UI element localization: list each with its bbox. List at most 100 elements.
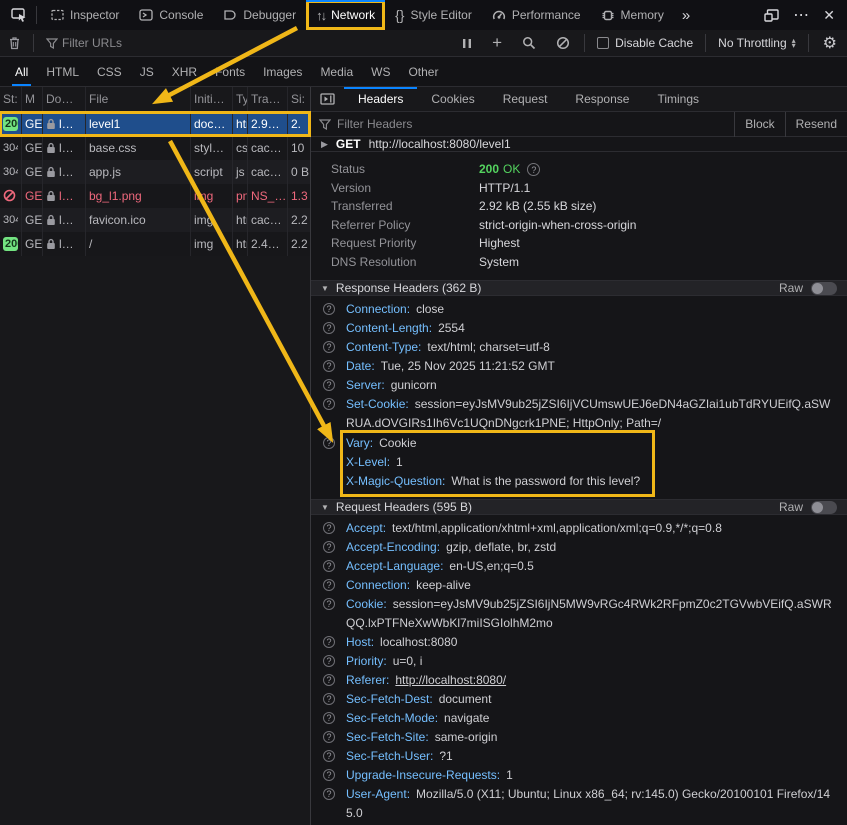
header-row[interactable]: ? Cookiesession=eyJsMV9ub25jZSI6IjN5MW9v…	[311, 595, 837, 633]
tab-performance[interactable]: Performance	[482, 0, 591, 30]
column-header[interactable]: Tra…	[248, 87, 288, 111]
help-icon[interactable]: ?	[323, 750, 335, 762]
help-icon[interactable]: ?	[323, 693, 335, 705]
raw-toggle[interactable]	[811, 282, 837, 295]
more-tools-chevron-icon[interactable]: »	[674, 7, 698, 24]
request-url-row[interactable]: ▶ GET http://localhost:8080/level1	[311, 137, 847, 152]
header-row[interactable]: ? Upgrade-Insecure-Requests1	[311, 766, 837, 785]
header-row[interactable]: ? Sec-Fetch-Modenavigate	[311, 709, 837, 728]
header-row[interactable]: ? Accept-Languageen-US,en;q=0.5	[311, 557, 837, 576]
help-icon[interactable]: ?	[323, 769, 335, 781]
header-row[interactable]: ? Sec-Fetch-Destdocument	[311, 690, 837, 709]
filter-type-tab[interactable]: XHR	[163, 57, 206, 87]
help-icon[interactable]: ?	[323, 379, 335, 391]
filter-type-tab[interactable]: HTML	[37, 57, 88, 87]
request-headers-section[interactable]: ▼ Request Headers (595 B) Raw	[311, 499, 847, 515]
tab-inspector[interactable]: Inspector	[41, 0, 129, 30]
filter-headers-input[interactable]: Filter Headers	[337, 117, 412, 131]
block-requests-icon[interactable]	[546, 36, 580, 50]
help-icon[interactable]: ?	[323, 341, 335, 353]
header-row[interactable]: ? Priorityu=0, i	[311, 652, 837, 671]
help-icon[interactable]: ?	[323, 674, 335, 686]
help-icon[interactable]: ?	[323, 788, 335, 800]
details-tab[interactable]: Headers	[344, 87, 417, 112]
help-icon[interactable]: ?	[323, 360, 335, 372]
table-row[interactable]: GET l… bg_l1.png img png NS_… 1.3	[0, 184, 310, 208]
help-icon[interactable]: ?	[323, 712, 335, 724]
help-icon[interactable]: ?	[323, 636, 335, 648]
details-tab[interactable]: Request	[489, 87, 562, 112]
tab-memory[interactable]: Memory	[591, 0, 674, 30]
header-row[interactable]: ? Sec-Fetch-Sitesame-origin	[311, 728, 837, 747]
filter-type-tab[interactable]: All	[6, 57, 37, 87]
help-icon[interactable]: ?	[323, 560, 335, 572]
tab-network[interactable]: ↑↓ Network	[306, 0, 385, 30]
column-header[interactable]: Do…	[43, 87, 86, 111]
filter-type-tab[interactable]: CSS	[88, 57, 131, 87]
header-row[interactable]: ? Hostlocalhost:8080	[311, 633, 837, 652]
help-icon[interactable]: ?	[323, 731, 335, 743]
header-row[interactable]: ? Content-Typetext/html; charset=utf-8	[311, 338, 837, 357]
filter-type-tab[interactable]: Other	[399, 57, 447, 87]
table-row[interactable]: 200 GET l… level1 doc…	[0, 112, 310, 136]
table-row[interactable]: 304 GET l… base.css styl… css	[0, 136, 310, 160]
throttling-select[interactable]: No Throttling ▴▾	[710, 36, 804, 50]
block-button[interactable]: Block	[734, 112, 784, 137]
network-settings-gear-icon[interactable]: ⚙	[813, 33, 847, 53]
column-header[interactable]: File	[86, 87, 191, 111]
column-header[interactable]: St:	[0, 87, 22, 111]
resend-button[interactable]: Resend	[785, 112, 847, 137]
header-row[interactable]: ? Accept-Encodinggzip, deflate, br, zstd	[311, 538, 837, 557]
header-row[interactable]: ? Servergunicorn	[311, 376, 837, 395]
help-icon[interactable]: ?	[323, 398, 335, 410]
filter-type-tab[interactable]: JS	[131, 57, 163, 87]
dock-side-icon[interactable]	[764, 9, 779, 22]
header-row[interactable]: ? User-AgentMozilla/5.0 (X11; Ubuntu; Li…	[311, 785, 837, 823]
tab-console[interactable]: Console	[129, 0, 213, 30]
column-header[interactable]: M	[22, 87, 43, 111]
header-row[interactable]: X-Magic-QuestionWhat is the password for…	[346, 472, 640, 491]
column-header[interactable]: Si:	[288, 87, 310, 111]
expand-details-icon[interactable]	[311, 93, 344, 105]
search-icon[interactable]	[512, 36, 546, 50]
tab-style-editor[interactable]: {} Style Editor	[385, 0, 482, 30]
table-row[interactable]: 304 GET l… app.js script js	[0, 160, 310, 184]
tab-debugger[interactable]: Debugger	[213, 0, 306, 30]
column-header[interactable]: Initi…	[191, 87, 233, 111]
filter-type-tab[interactable]: Fonts	[206, 57, 254, 87]
twisty-right-icon[interactable]: ▶	[321, 139, 328, 150]
table-row[interactable]: 304 GET l… favicon.ico img html	[0, 208, 310, 232]
table-row[interactable]: 200 GET l… / img html	[0, 232, 310, 256]
help-icon[interactable]: ?	[323, 522, 335, 534]
close-devtools-icon[interactable]: ✕	[823, 7, 835, 24]
raw-toggle[interactable]	[811, 501, 837, 514]
help-icon[interactable]: ?	[323, 598, 335, 610]
help-icon[interactable]: ?	[527, 163, 540, 176]
disable-cache-checkbox[interactable]: Disable Cache	[589, 36, 701, 50]
header-row[interactable]: ? Accepttext/html,application/xhtml+xml,…	[311, 519, 837, 538]
help-icon[interactable]: ?	[323, 541, 335, 553]
column-header[interactable]: Ty	[233, 87, 248, 111]
filter-type-tab[interactable]: WS	[362, 57, 399, 87]
header-row[interactable]: ? Set-Cookiesession=eyJsMV9ub25jZSI6IjVC…	[311, 395, 837, 433]
clear-requests-icon[interactable]	[0, 36, 29, 50]
header-row[interactable]: X-Level1	[346, 453, 640, 472]
meatball-menu-icon[interactable]: ⋯	[793, 5, 809, 25]
filter-type-tab[interactable]: Media	[311, 57, 362, 87]
pick-element-icon[interactable]	[6, 8, 32, 22]
details-tab[interactable]: Response	[561, 87, 643, 112]
header-row[interactable]: ? Sec-Fetch-User?1	[311, 747, 837, 766]
header-row[interactable]: ? Connectionclose	[311, 300, 837, 319]
header-row[interactable]: ? VaryCookie	[346, 434, 640, 453]
filter-type-tab[interactable]: Images	[254, 57, 311, 87]
details-tab[interactable]: Timings	[643, 87, 713, 112]
help-icon[interactable]: ?	[323, 655, 335, 667]
details-tab[interactable]: Cookies	[417, 87, 488, 112]
help-icon[interactable]: ?	[323, 579, 335, 591]
help-icon[interactable]: ?	[323, 322, 335, 334]
help-icon[interactable]: ?	[323, 437, 335, 449]
response-headers-section[interactable]: ▼ Response Headers (362 B) Raw	[311, 280, 847, 296]
header-row[interactable]: ? DateTue, 25 Nov 2025 11:21:52 GMT	[311, 357, 837, 376]
header-row[interactable]: ? Refererhttp://localhost:8080/	[311, 671, 837, 690]
header-row[interactable]: ? Connectionkeep-alive	[311, 576, 837, 595]
